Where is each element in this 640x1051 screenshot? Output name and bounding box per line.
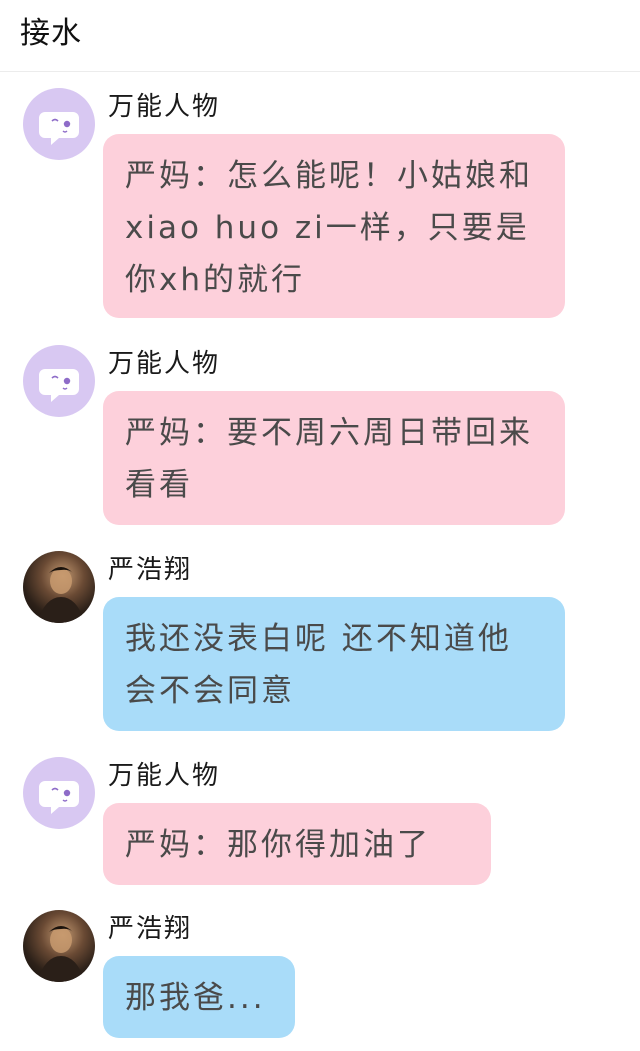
- message-bubble[interactable]: 严妈：要不周六周日带回来看看: [103, 391, 565, 525]
- message-bubble[interactable]: 严妈：怎么能呢！小姑娘和xiao huo zi一样，只要是你xh的就行: [103, 134, 565, 318]
- avatar[interactable]: [23, 345, 95, 417]
- message-bubble[interactable]: 那我爸...: [103, 956, 295, 1038]
- avatar[interactable]: [23, 88, 95, 160]
- bot-chat-icon: [39, 369, 79, 402]
- user-photo-icon: [37, 567, 85, 623]
- avatar[interactable]: [23, 757, 95, 829]
- bot-chat-icon: [39, 781, 79, 814]
- chat-title: 接水: [20, 16, 82, 51]
- user-photo-icon: [37, 926, 85, 982]
- message-bubble[interactable]: 我还没表白呢 还不知道他会不会同意: [103, 597, 565, 731]
- sender-name: 万能人物: [108, 349, 221, 379]
- chat-header: 接水: [0, 0, 640, 72]
- avatar[interactable]: [23, 551, 95, 623]
- message-bubble[interactable]: 严妈：那你得加油了: [103, 803, 491, 885]
- avatar[interactable]: [23, 910, 95, 982]
- sender-name: 严浩翔: [108, 555, 193, 585]
- sender-name: 万能人物: [108, 761, 221, 791]
- sender-name: 严浩翔: [108, 914, 193, 944]
- sender-name: 万能人物: [108, 92, 221, 122]
- bot-chat-icon: [39, 112, 79, 145]
